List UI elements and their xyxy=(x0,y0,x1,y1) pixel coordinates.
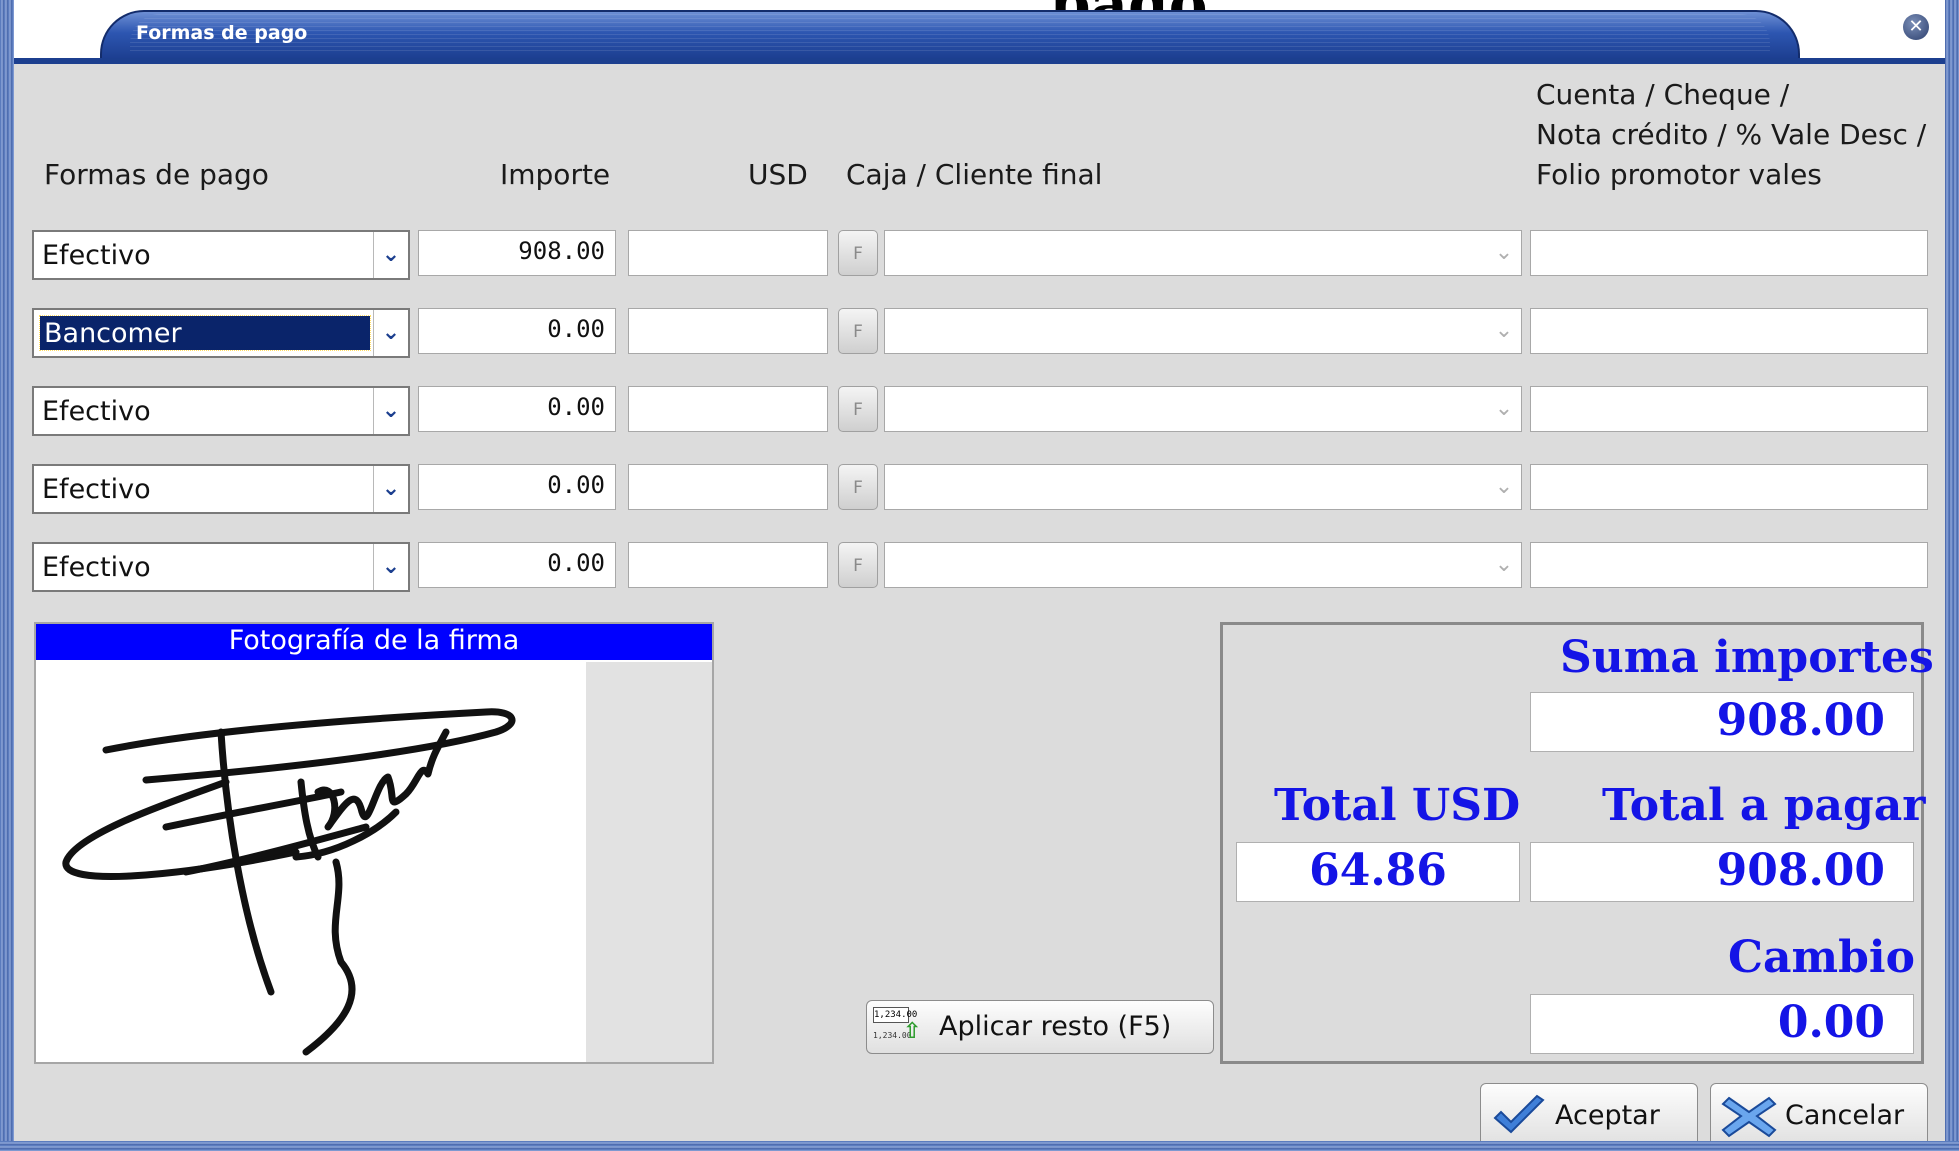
change-value: 0.00 xyxy=(1530,994,1914,1054)
amount-input[interactable]: 0.00 xyxy=(418,464,616,510)
signature-image xyxy=(62,708,516,1056)
header-caja-cliente: Caja / Cliente final xyxy=(846,158,1103,191)
chevron-down-icon[interactable]: ⌄ xyxy=(1487,387,1521,431)
chevron-down-icon[interactable]: ⌄ xyxy=(1487,231,1521,275)
total-usd-label: Total USD xyxy=(1274,780,1521,831)
window-right-border xyxy=(1945,0,1959,1151)
header-cuenta-line1: Cuenta / Cheque / xyxy=(1536,78,1790,111)
apply-rest-button[interactable]: 1,234.00 1,234.00 ⇧ Aplicar resto (F5) xyxy=(866,1000,1214,1054)
window-title: Formas de pago xyxy=(136,22,308,44)
amount-input[interactable]: 908.00 xyxy=(418,230,616,276)
amount-input[interactable]: 0.00 xyxy=(418,542,616,588)
f-button[interactable]: F xyxy=(838,464,878,510)
change-label: Cambio xyxy=(1728,932,1915,983)
caja-cliente-combo[interactable]: ⌄ xyxy=(884,542,1522,588)
cancel-button[interactable]: Cancelar xyxy=(1710,1083,1928,1147)
cuenta-input[interactable] xyxy=(1530,230,1928,276)
payment-method-select[interactable]: Efectivo ⌄ xyxy=(32,542,410,592)
payment-method-value: Bancomer xyxy=(39,315,371,351)
caja-cliente-combo[interactable]: ⌄ xyxy=(884,230,1522,276)
payment-method-select[interactable]: Bancomer ⌄ xyxy=(32,308,410,358)
cancel-label: Cancelar xyxy=(1785,1100,1905,1131)
up-arrow-icon: ⇧ xyxy=(903,1019,922,1044)
chevron-down-icon[interactable]: ⌄ xyxy=(373,310,408,356)
cuenta-input[interactable] xyxy=(1530,386,1928,432)
apply-rest-label: Aplicar resto (F5) xyxy=(939,1011,1172,1042)
chevron-down-icon[interactable]: ⌄ xyxy=(373,232,408,278)
payment-method-value: Efectivo xyxy=(42,552,151,583)
amount-input[interactable]: 0.00 xyxy=(418,308,616,354)
chevron-down-icon[interactable]: ⌄ xyxy=(373,388,408,434)
caja-cliente-combo[interactable]: ⌄ xyxy=(884,308,1522,354)
amount-input[interactable]: 0.00 xyxy=(418,386,616,432)
icon-bottom-label: 1,234.00 xyxy=(873,1031,912,1040)
chevron-down-icon[interactable]: ⌄ xyxy=(373,466,408,512)
payment-method-select[interactable]: Efectivo ⌄ xyxy=(32,464,410,514)
accept-label: Aceptar xyxy=(1555,1100,1660,1131)
title-underline xyxy=(14,58,1945,64)
check-icon xyxy=(1493,1094,1545,1134)
header-formas-de-pago: Formas de pago xyxy=(44,158,269,191)
f-button[interactable]: F xyxy=(838,308,878,354)
usd-input[interactable] xyxy=(628,464,828,510)
signature-title: Fotografía de la firma xyxy=(36,624,712,660)
cuenta-input[interactable] xyxy=(1530,542,1928,588)
chevron-down-icon[interactable]: ⌄ xyxy=(1487,465,1521,509)
usd-input[interactable] xyxy=(628,308,828,354)
window-left-border xyxy=(0,0,14,1151)
calculator-icon: 1,234.00 1,234.00 ⇧ xyxy=(873,1007,927,1047)
header-cuenta-line3: Folio promotor vales xyxy=(1536,158,1822,191)
header-importe: Importe xyxy=(500,158,611,191)
cuenta-input[interactable] xyxy=(1530,308,1928,354)
accept-button[interactable]: Aceptar xyxy=(1480,1083,1698,1147)
total-usd-value: 64.86 xyxy=(1236,842,1520,902)
f-button[interactable]: F xyxy=(838,386,878,432)
usd-input[interactable] xyxy=(628,542,828,588)
header-cuenta-line2: Nota crédito / % Vale Desc / xyxy=(1536,118,1927,151)
cuenta-input[interactable] xyxy=(1530,464,1928,510)
title-bar-texture xyxy=(130,14,1770,54)
usd-input[interactable] xyxy=(628,230,828,276)
total-to-pay-label: Total a pagar xyxy=(1602,780,1926,831)
payment-method-select[interactable]: Efectivo ⌄ xyxy=(32,386,410,436)
caja-cliente-combo[interactable]: ⌄ xyxy=(884,386,1522,432)
total-to-pay-value: 908.00 xyxy=(1530,842,1914,902)
usd-input[interactable] xyxy=(628,386,828,432)
signature-margin xyxy=(586,662,712,1062)
caja-cliente-combo[interactable]: ⌄ xyxy=(884,464,1522,510)
payment-method-value: Efectivo xyxy=(42,240,151,271)
sum-label: Suma importes xyxy=(1560,632,1934,683)
chevron-down-icon[interactable]: ⌄ xyxy=(373,544,408,590)
x-icon xyxy=(1721,1096,1777,1138)
chevron-down-icon[interactable]: ⌄ xyxy=(1487,543,1521,587)
close-icon[interactable]: ✕ xyxy=(1903,14,1929,40)
payment-method-value: Efectivo xyxy=(42,474,151,505)
f-button[interactable]: F xyxy=(838,542,878,588)
payment-method-select[interactable]: Efectivo ⌄ xyxy=(32,230,410,280)
window-bottom-border xyxy=(0,1141,1959,1151)
header-usd: USD xyxy=(748,158,808,191)
sum-value: 908.00 xyxy=(1530,692,1914,752)
payment-method-value: Efectivo xyxy=(42,396,151,427)
chevron-down-icon[interactable]: ⌄ xyxy=(1487,309,1521,353)
f-button[interactable]: F xyxy=(838,230,878,276)
